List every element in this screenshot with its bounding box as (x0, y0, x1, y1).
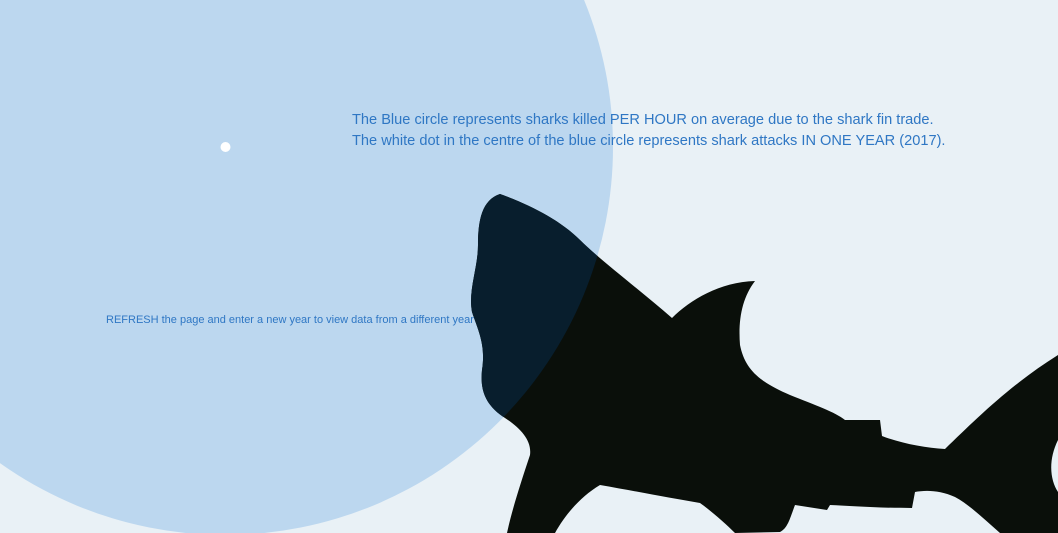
white-dot (220, 142, 231, 152)
legend-caption: The Blue circle represents sharks killed… (352, 110, 946, 152)
shark-visualization (0, 0, 1058, 533)
legend-line-dot: The white dot in the centre of the blue … (352, 133, 946, 149)
refresh-instruction: REFRESH the page and enter a new year to… (106, 314, 474, 326)
legend-line-circle: The Blue circle represents sharks killed… (352, 112, 934, 128)
visualization-stage: The Blue circle represents sharks killed… (0, 0, 1058, 533)
